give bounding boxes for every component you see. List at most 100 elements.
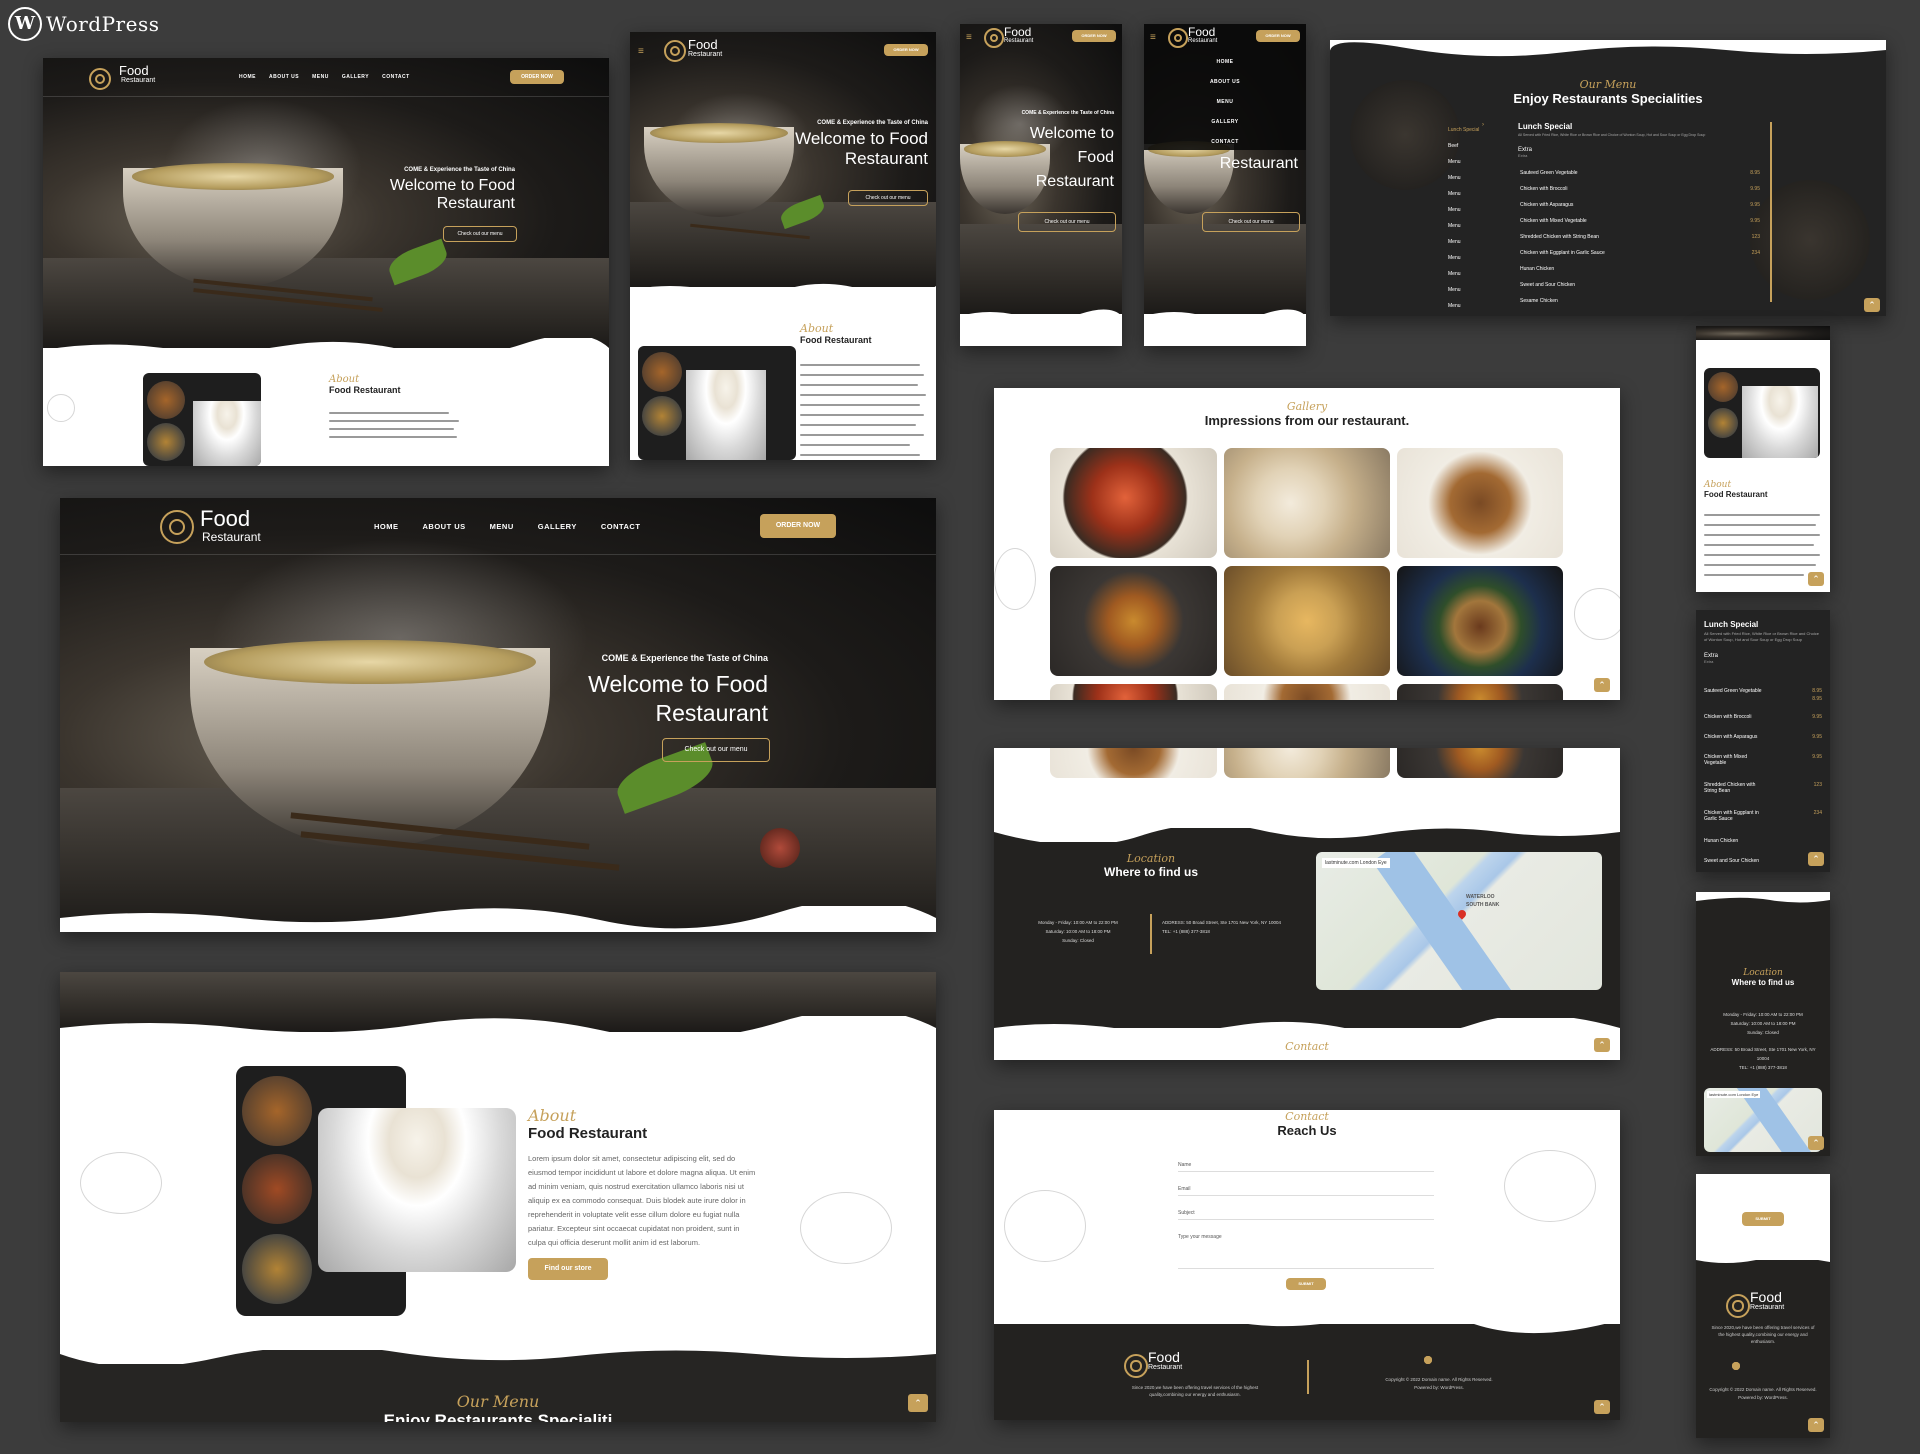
find-store-button[interactable]: Find our store [528,1258,608,1280]
gallery-image[interactable] [1397,448,1563,558]
hamburger-icon[interactable]: ≡ [1150,32,1156,43]
footer-brand-name: Food [1148,1349,1180,1365]
menu-section-note: All Served with Fried Rice, White Rice o… [1704,631,1819,642]
order-now-button[interactable]: ORDER NOW [884,44,928,56]
nav-about[interactable]: ABOUT US [423,522,466,531]
menu-item-price: 8.95 [1812,688,1822,694]
order-now-button[interactable]: ORDER NOW [510,70,564,84]
gallery-image[interactable] [1050,566,1217,676]
mobile-nav-menu[interactable]: MENU [1144,92,1306,112]
menu-items-list: Sauteed Green Vegetable 8.95 Chicken with… [1520,170,1760,314]
scroll-top-button[interactable]: ⌃ [1808,572,1824,586]
menu-tab[interactable]: Menu [1448,218,1492,234]
menu-item-name: Chicken with Eggplant in Garlic Sauce [1520,250,1605,256]
scroll-top-button[interactable]: ⌃ [1594,678,1610,692]
menu-item-name: Hunan Chicken [1520,266,1555,272]
menu-item-price: 9.95 [1812,754,1822,760]
menu-tab[interactable]: Menu [1448,266,1492,282]
menu-tab[interactable]: Menu [1448,282,1492,298]
about-script-heading: About [329,374,360,385]
footer-logo-icon [1726,1294,1750,1318]
hero-menu-button[interactable]: Check out our menu [443,226,517,242]
hamburger-icon[interactable]: ≡ [966,32,972,43]
gallery-image[interactable] [1050,448,1217,558]
brand-logo-icon[interactable] [89,68,111,90]
menu-item-name: Chicken with Broccoli [1704,714,1752,720]
nav-about[interactable]: ABOUT US [269,74,299,80]
hero-title-partial: Restaurant [1219,155,1298,172]
map-place-label: lastminute.com London Eye [1707,1091,1761,1098]
gallery-image[interactable] [1224,448,1390,558]
menu-tab[interactable]: Menu [1448,202,1492,218]
hero-menu-button[interactable]: Check out our menu [1202,212,1300,232]
brand-sub: Restaurant [1188,38,1218,44]
mobile-nav-about[interactable]: ABOUT US [1144,72,1306,92]
email-field[interactable]: Email [1178,1186,1434,1196]
menu-tab[interactable]: Menu [1448,170,1492,186]
hero-title-line1: Welcome to Food [1029,125,1114,166]
nav-menu[interactable]: MENU [490,522,514,531]
location-map[interactable]: lastminute.com London Eye [1704,1088,1822,1152]
location-map[interactable]: lastminute.com London Eye SOUTH BANK WAT… [1316,852,1602,990]
mobile-nav-home[interactable]: HOME [1144,52,1306,72]
hero-menu-button[interactable]: Check out our menu [1018,212,1116,232]
nav-home[interactable]: HOME [374,522,399,531]
location-script-heading: Location [1743,968,1783,978]
hours-sunday: Sunday: Closed [1747,1030,1779,1035]
scroll-top-button[interactable]: ⌃ [1808,1136,1824,1150]
nav-menu[interactable]: MENU [312,74,329,80]
menu-tab[interactable]: Menu [1448,234,1492,250]
gallery-image[interactable] [1397,566,1563,676]
message-field[interactable]: Type your message [1178,1234,1434,1269]
menu-item-name: Sauteed Green Vegetable [1704,688,1762,694]
nav-gallery[interactable]: GALLERY [538,522,577,531]
scroll-top-button[interactable]: ⌃ [1864,298,1880,312]
menu-item-name: Sauteed Green Vegetable [1520,170,1578,176]
gallery-image[interactable] [1224,566,1390,676]
menu-item-price: 9.95 [1750,186,1760,192]
yelp-icon[interactable] [1424,1356,1432,1364]
scroll-top-button[interactable]: ⌃ [1594,1400,1610,1414]
menu-item-name: Chicken with Mixed Vegetable [1704,754,1748,766]
nav-contact[interactable]: CONTACT [601,522,641,531]
menu-tab[interactable]: Menu [1448,298,1492,314]
order-now-button[interactable]: ORDER NOW [760,514,836,538]
subject-field[interactable]: Subject [1178,1210,1434,1220]
menu-tab[interactable]: Menu [1448,250,1492,266]
hero-menu-button[interactable]: Check out our menu [662,738,770,762]
menu-tab[interactable]: Menu [1448,154,1492,170]
order-now-button[interactable]: ORDER NOW [1256,30,1300,42]
yelp-icon[interactable] [1732,1362,1740,1370]
hero-kicker: COME & Experience the Taste of China [404,167,515,173]
nav-gallery[interactable]: GALLERY [342,74,369,80]
desktop-home-preview-large: Food Restaurant HOME ABOUT US MENU GALLE… [60,498,936,932]
hours-weekday: Monday - Friday: 10:00 AM to 22:00 PM [1723,1012,1803,1017]
footer-brand-name: Food [1750,1289,1782,1305]
mobile-nav-gallery[interactable]: GALLERY [1144,112,1306,132]
menu-tab-active[interactable]: Lunch Special [1448,122,1492,138]
brand-logo-icon[interactable] [160,510,194,544]
submit-button[interactable]: SUBMIT [1286,1278,1326,1290]
brand-sub: Restaurant [121,77,156,84]
footer-brand-sub: Restaurant [1750,1304,1785,1311]
hero-title-line1: Welcome to Food [795,129,928,148]
scroll-top-button[interactable]: ⌃ [1594,1038,1610,1052]
hamburger-icon[interactable]: ≡ [638,46,644,57]
map-district-label: SOUTH BANK [1466,902,1500,908]
name-field[interactable]: Name [1178,1162,1434,1172]
mobile-nav-contact[interactable]: CONTACT [1144,132,1306,152]
menu-item-name: Sesame Chicken [1520,298,1558,304]
about-paragraph: Lorem ipsum dolor sit amet, consectetur … [528,1154,756,1247]
about-script-heading: About [1704,480,1732,490]
menu-tab[interactable]: Menu [1448,186,1492,202]
menu-tab[interactable]: Beef [1448,138,1492,154]
nav-contact[interactable]: CONTACT [382,74,410,80]
nav-home[interactable]: HOME [239,74,256,80]
scroll-top-button[interactable]: ⌃ [908,1394,928,1412]
hero-menu-button[interactable]: Check out our menu [848,190,928,206]
footer-blurb: Since 2020,we have been offering travel … [1711,1325,1815,1344]
scroll-top-button[interactable]: ⌃ [1808,852,1824,866]
order-now-button[interactable]: ORDER NOW [1072,30,1116,42]
submit-button[interactable]: SUBMIT [1742,1212,1784,1226]
scroll-top-button[interactable]: ⌃ [1808,1418,1824,1432]
